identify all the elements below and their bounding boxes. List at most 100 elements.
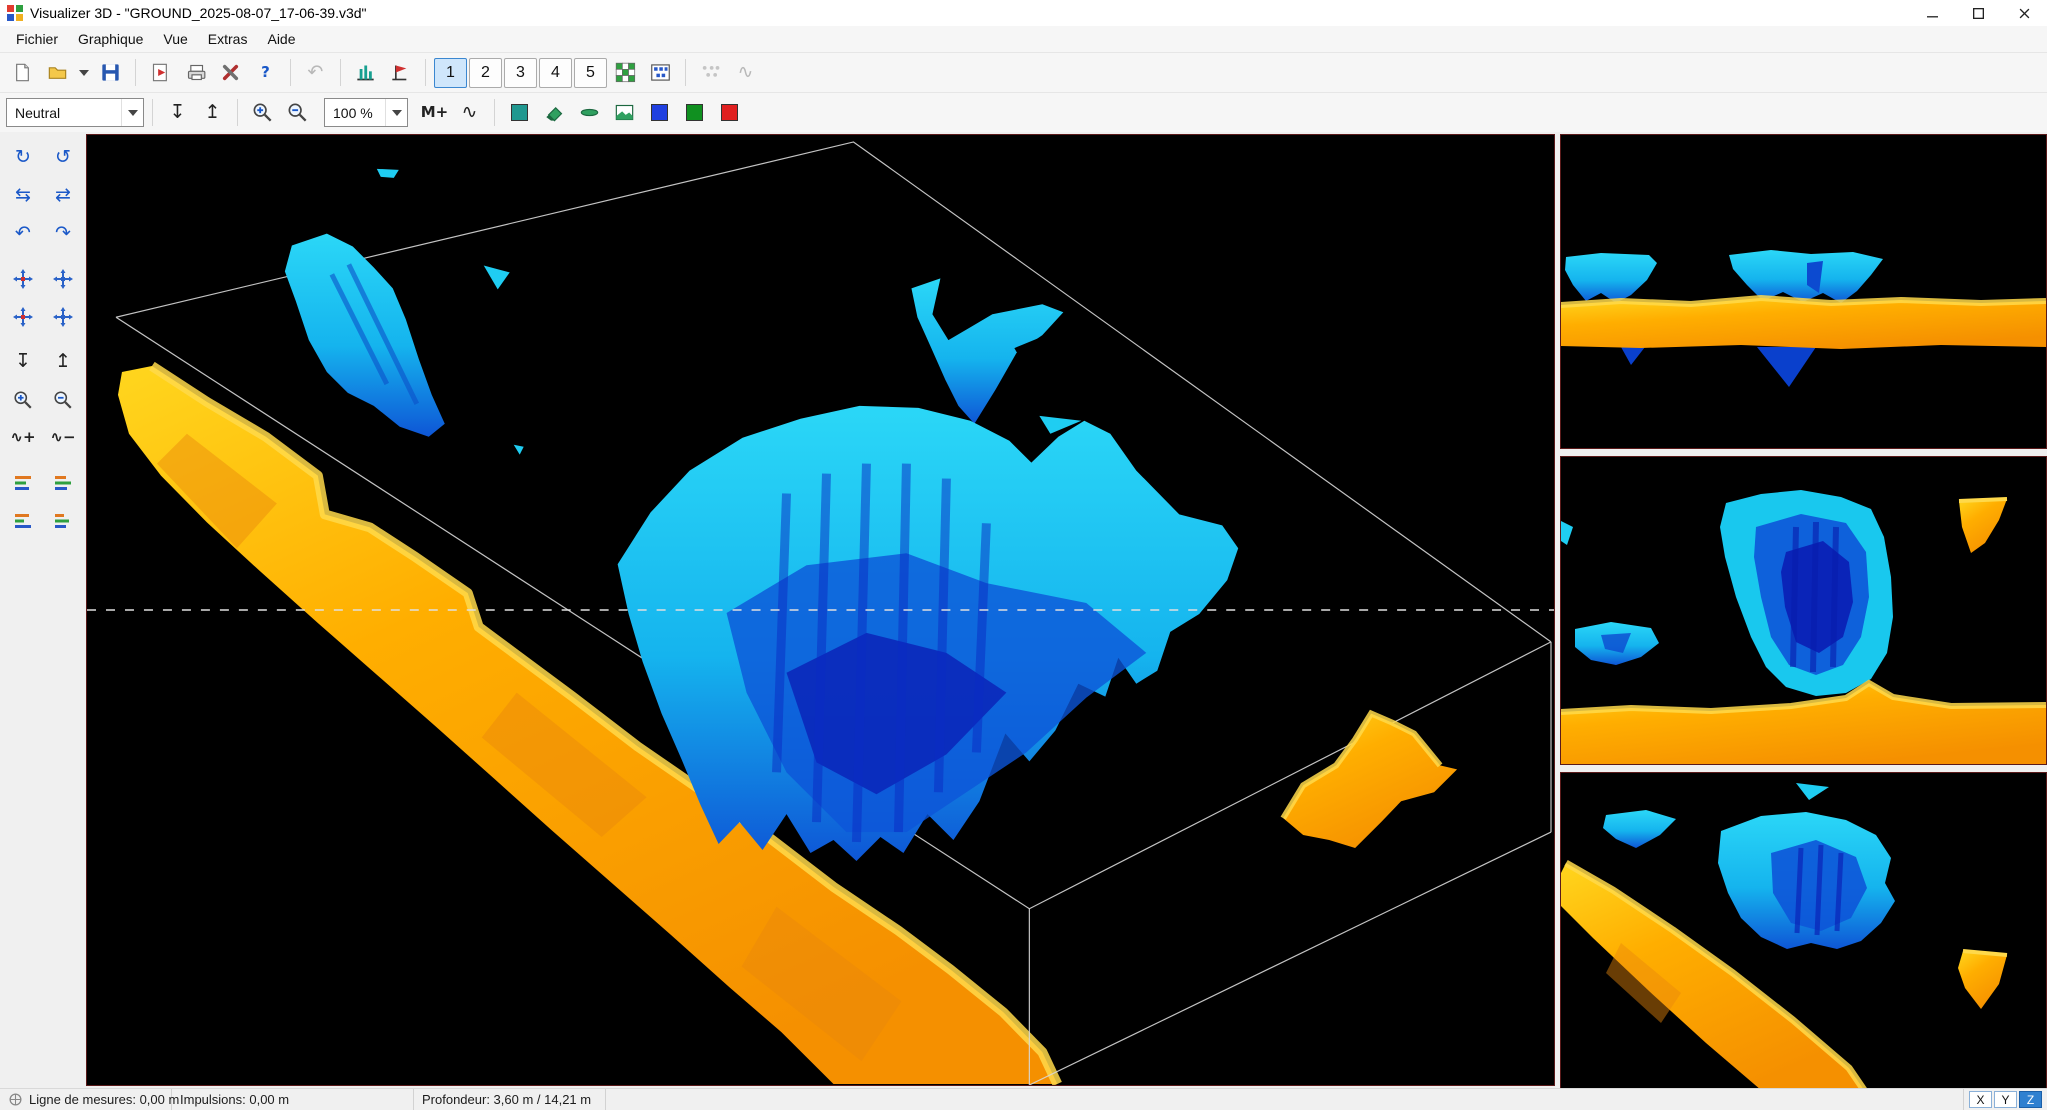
new-document-button[interactable] xyxy=(6,57,39,89)
depth-up-side-button[interactable]: ↥ xyxy=(46,346,80,377)
pan-right-left-icon: ⇄ xyxy=(55,186,71,205)
menu-extras[interactable]: Extras xyxy=(198,28,258,50)
undo-button[interactable]: ↶ xyxy=(299,57,332,89)
report-icon xyxy=(150,62,171,83)
menu-vue[interactable]: Vue xyxy=(153,28,197,50)
roll-left-button[interactable]: ↶ xyxy=(6,218,40,249)
wireframe-front-edges xyxy=(1029,832,1551,1085)
rotate-right-button[interactable]: ⇄ xyxy=(46,180,80,211)
m-plus-icon: M+ xyxy=(421,105,449,120)
menu-graphique[interactable]: Graphique xyxy=(68,28,153,50)
maximize-button[interactable] xyxy=(1955,0,2001,26)
signal-graph-button[interactable]: ∿ xyxy=(729,57,762,89)
tilt-backward-button[interactable]: ↺ xyxy=(46,142,80,173)
background-image-button[interactable] xyxy=(608,97,641,129)
top-view[interactable] xyxy=(1560,134,2047,449)
move-up-button[interactable] xyxy=(6,263,40,294)
zoom-out-button[interactable] xyxy=(281,97,314,129)
help-button[interactable]: ? xyxy=(249,57,282,89)
scan-window-button[interactable] xyxy=(644,57,677,89)
minimize-button[interactable] xyxy=(1909,0,1955,26)
impulse-wave-button[interactable]: ∿ xyxy=(453,97,486,129)
navigation-toolbar: ↻ ↺ ⇆ ⇄ ↶ ↷ ↧ ↥ xyxy=(0,134,86,1088)
align-top-icon: ↥ xyxy=(205,103,221,122)
menu-aide[interactable]: Aide xyxy=(257,28,305,50)
layers-icon xyxy=(13,511,33,531)
view-button-5[interactable]: 5 xyxy=(574,58,607,88)
rotate-left-button[interactable]: ⇆ xyxy=(6,180,40,211)
depth-bottom-button[interactable]: ↧ xyxy=(161,97,194,129)
signal-filter-button[interactable] xyxy=(349,57,382,89)
signal-minus-button[interactable]: ∿− xyxy=(46,422,80,453)
main-3d-view[interactable] xyxy=(86,134,1555,1086)
open-dropdown-button[interactable] xyxy=(76,57,92,89)
toolbar-separator xyxy=(340,59,341,86)
view-button-2[interactable]: 2 xyxy=(469,58,502,88)
zoom-select[interactable]: 100 % xyxy=(324,98,408,127)
signal-marker-button[interactable] xyxy=(384,57,417,89)
eraser-button[interactable] xyxy=(538,97,571,129)
color-filter-button[interactable] xyxy=(503,97,536,129)
layer-lines-button-2[interactable] xyxy=(46,467,80,498)
zoom-out-side-button[interactable] xyxy=(46,384,80,415)
view-button-4[interactable]: 4 xyxy=(539,58,572,88)
open-button[interactable] xyxy=(41,57,74,89)
menu-fichier[interactable]: Fichier xyxy=(6,28,68,50)
layers-icon xyxy=(53,473,73,493)
layer-lines-button-3[interactable] xyxy=(6,505,40,536)
green-square-icon xyxy=(686,104,703,121)
align-bottom-icon: ↧ xyxy=(15,352,31,371)
view-button-3[interactable]: 3 xyxy=(504,58,537,88)
settings-button[interactable] xyxy=(214,57,247,89)
move-down-button[interactable] xyxy=(46,263,80,294)
printer-icon xyxy=(185,62,206,83)
move-right-button[interactable] xyxy=(46,301,80,332)
zoom-in-side-button[interactable] xyxy=(6,384,40,415)
roll-ccw-icon: ↶ xyxy=(15,224,31,243)
perspective-view[interactable] xyxy=(1560,772,2047,1091)
axis-y-button[interactable]: Y xyxy=(1994,1091,2017,1108)
window-title: Visualizer 3D - "GROUND_2025-08-07_17-06… xyxy=(30,5,367,21)
perspective-view-scene xyxy=(1561,773,2046,1090)
save-button[interactable] xyxy=(94,57,127,89)
blue-anomaly-topleft xyxy=(285,234,445,437)
tilt-forward-button[interactable]: ↻ xyxy=(6,142,40,173)
color-red-button[interactable] xyxy=(713,97,746,129)
zoom-out-icon xyxy=(53,390,73,410)
teal-square-icon xyxy=(511,104,528,121)
side-view-scene xyxy=(1561,457,2046,764)
grid-view-button[interactable] xyxy=(609,57,642,89)
color-blue-button[interactable] xyxy=(643,97,676,129)
depth-down-side-button[interactable]: ↧ xyxy=(6,346,40,377)
signal-plus-button[interactable]: ∿+ xyxy=(6,422,40,453)
axis-buttons: X Y Z xyxy=(1964,1089,2047,1110)
print-button[interactable] xyxy=(179,57,212,89)
axis-x-button[interactable]: X xyxy=(1969,1091,1992,1108)
close-button[interactable] xyxy=(2001,0,2047,26)
scan-window-icon xyxy=(650,62,671,83)
impulse-add-button[interactable]: M+ xyxy=(418,97,451,129)
orange-anomaly-blob xyxy=(1283,714,1457,848)
toolbar-separator xyxy=(685,59,686,86)
layer-lines-button-4[interactable] xyxy=(46,505,80,536)
axis-z-button[interactable]: Z xyxy=(2019,1091,2042,1108)
side-view[interactable] xyxy=(1560,456,2047,765)
depth-top-button[interactable]: ↥ xyxy=(196,97,229,129)
point-cloud-button[interactable] xyxy=(694,57,727,89)
layer-lines-button-1[interactable] xyxy=(6,467,40,498)
toolbar-separator xyxy=(135,59,136,86)
orange-band xyxy=(1561,298,2046,349)
line-tool-button[interactable] xyxy=(573,97,606,129)
red-square-icon xyxy=(721,104,738,121)
view-button-1[interactable]: 1 xyxy=(434,58,467,88)
report-button[interactable] xyxy=(144,57,177,89)
palette-select[interactable]: Neutral xyxy=(6,98,144,127)
roll-right-button[interactable]: ↷ xyxy=(46,218,80,249)
move-left-button[interactable] xyxy=(6,301,40,332)
wave-icon: ∿ xyxy=(738,63,754,82)
layers-icon xyxy=(53,511,73,531)
zoom-in-button[interactable] xyxy=(246,97,279,129)
zoom-out-icon xyxy=(287,102,308,123)
color-green-button[interactable] xyxy=(678,97,711,129)
toolbar-separator xyxy=(290,59,291,86)
